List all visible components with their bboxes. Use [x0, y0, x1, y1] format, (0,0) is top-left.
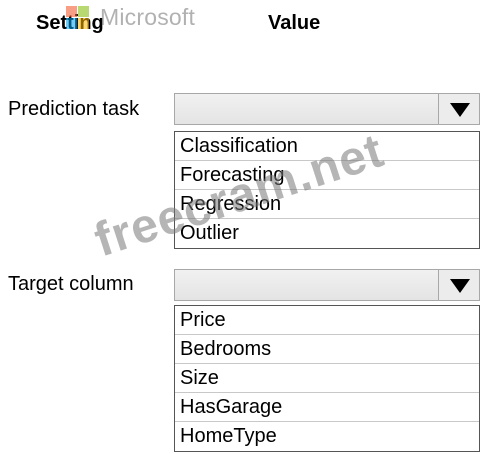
- option-forecasting[interactable]: Forecasting: [175, 161, 479, 190]
- microsoft-squares-icon: [66, 6, 96, 30]
- microsoft-logo: Microsoft: [66, 4, 226, 34]
- option-price[interactable]: Price: [175, 306, 479, 335]
- target-column-label: Target column: [8, 273, 134, 295]
- option-size[interactable]: Size: [175, 364, 479, 393]
- prediction-task-label: Prediction task: [8, 98, 140, 120]
- option-hometype[interactable]: HomeType: [175, 422, 479, 451]
- target-column-options: Price Bedrooms Size HasGarage HomeType: [174, 305, 480, 452]
- option-hasgarage[interactable]: HasGarage: [175, 393, 479, 422]
- prediction-task-dropdown[interactable]: [174, 93, 480, 125]
- microsoft-wordmark: Microsoft: [100, 4, 196, 30]
- triangle-down-icon: [450, 279, 470, 293]
- option-bedrooms[interactable]: Bedrooms: [175, 335, 479, 364]
- value-column-header: Value: [268, 12, 321, 34]
- option-regression[interactable]: Regression: [175, 190, 479, 219]
- prediction-task-dropdown-button[interactable]: [438, 94, 479, 124]
- triangle-down-icon: [450, 103, 470, 117]
- option-classification[interactable]: Classification: [175, 132, 479, 161]
- prediction-task-options: Classification Forecasting Regression Ou…: [174, 131, 480, 249]
- target-column-dropdown-button[interactable]: [438, 270, 479, 300]
- target-column-dropdown[interactable]: [174, 269, 480, 301]
- option-outlier[interactable]: Outlier: [175, 219, 479, 248]
